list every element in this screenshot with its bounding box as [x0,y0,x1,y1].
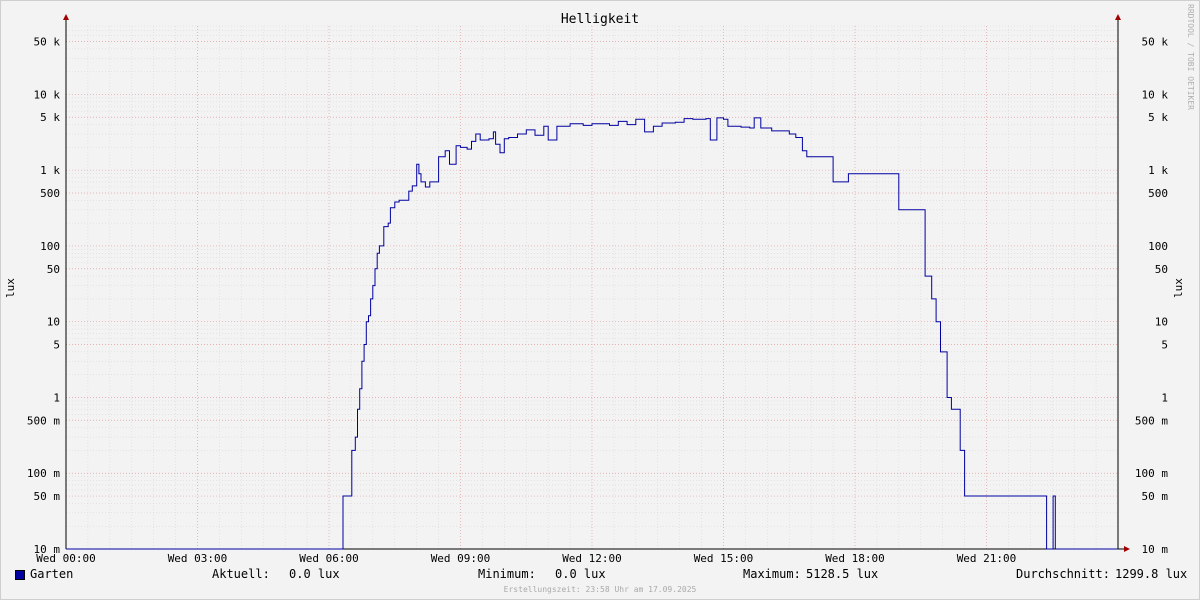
x-tick-label: Wed 15:00 [694,552,754,565]
y-tick-label-right: 10 m [1142,543,1169,556]
watermark: RRDTOOL / TOBI OETIKER [1186,4,1195,110]
y-tick-label-right: 10 k [1142,88,1169,101]
y-tick-label-left: 5 k [40,111,60,124]
y-tick-label-left: 50 k [34,35,61,48]
y-tick-labels: 10 m 10 m50 m 50 m100 m 100 m500 m 500 m1 15 5… [27,35,1168,556]
y-tick-label-right: 5 [1161,339,1168,352]
y-axis-arrow-left [63,14,69,20]
y-tick-label-left: 50 m [34,490,61,503]
x-axis-arrow [1124,546,1130,552]
legend-avg-value: 1299.8 lux [1115,567,1188,581]
y-axis-label-right: lux [1172,278,1185,298]
y-axis-arrow-right [1115,14,1121,20]
x-tick-label: Wed 00:00 [36,552,96,565]
legend-max-value: 5128.5 lux [806,567,879,581]
legend-current-label: Aktuell: [212,567,270,581]
y-tick-label-left: 1 [53,391,60,404]
x-tick-label: Wed 18:00 [825,552,885,565]
legend-series-name: Garten [30,567,74,581]
brightness-chart: Helligkeit lux lux RRDTOOL / TOBI OETIKE… [4,4,1195,565]
legend-max-label: Maximum: [743,567,801,581]
y-tick-label-left: 500 [40,187,60,200]
y-tick-label-left: 100 [40,240,60,253]
y-tick-label-right: 5 k [1148,111,1168,124]
legend-min-label: Minimum: [478,567,536,581]
y-tick-label-right: 50 m [1142,490,1169,503]
y-tick-label-left: 10 k [34,88,61,101]
x-tick-label: Wed 12:00 [562,552,622,565]
y-tick-label-right: 1 [1161,391,1168,404]
y-tick-label-right: 100 m [1135,467,1168,480]
creation-time-footer: Erstellungszeit: 23:58 Uhr am 17.09.2025 [503,585,697,594]
x-tick-label: Wed 09:00 [431,552,491,565]
y-tick-label-left: 100 m [27,467,60,480]
legend-min-value: 0.0 lux [555,567,606,581]
legend-avg-label: Durchschnitt: [1016,567,1110,581]
y-tick-label-right: 1 k [1148,164,1168,177]
x-tick-label: Wed 03:00 [168,552,228,565]
y-tick-label-right: 500 m [1135,414,1168,427]
y-tick-label-right: 10 [1155,316,1168,329]
y-tick-label-left: 50 [47,263,60,276]
chart-title: Helligkeit [561,12,639,27]
x-tick-label: Wed 06:00 [299,552,359,565]
legend: Garten Aktuell: 0.0 lux Minimum: 0.0 lux… [0,567,1200,583]
grid-lines [65,25,1118,550]
x-tick-labels: Wed 00:00 Wed 03:00 Wed 06:00 Wed 09:00 Wed … [36,552,1016,565]
legend-current-value: 0.0 lux [289,567,340,581]
y-tick-label-right: 50 [1155,263,1168,276]
y-tick-label-right: 100 [1148,240,1168,253]
y-axis-label-left: lux [4,278,17,298]
y-tick-label-left: 5 [53,339,60,352]
y-tick-label-left: 1 k [40,164,60,177]
y-tick-label-right: 500 [1148,187,1168,200]
x-tick-label: Wed 21:00 [957,552,1017,565]
y-tick-label-left: 10 [47,316,60,329]
y-tick-label-left: 500 m [27,414,60,427]
y-tick-label-right: 50 k [1142,35,1169,48]
